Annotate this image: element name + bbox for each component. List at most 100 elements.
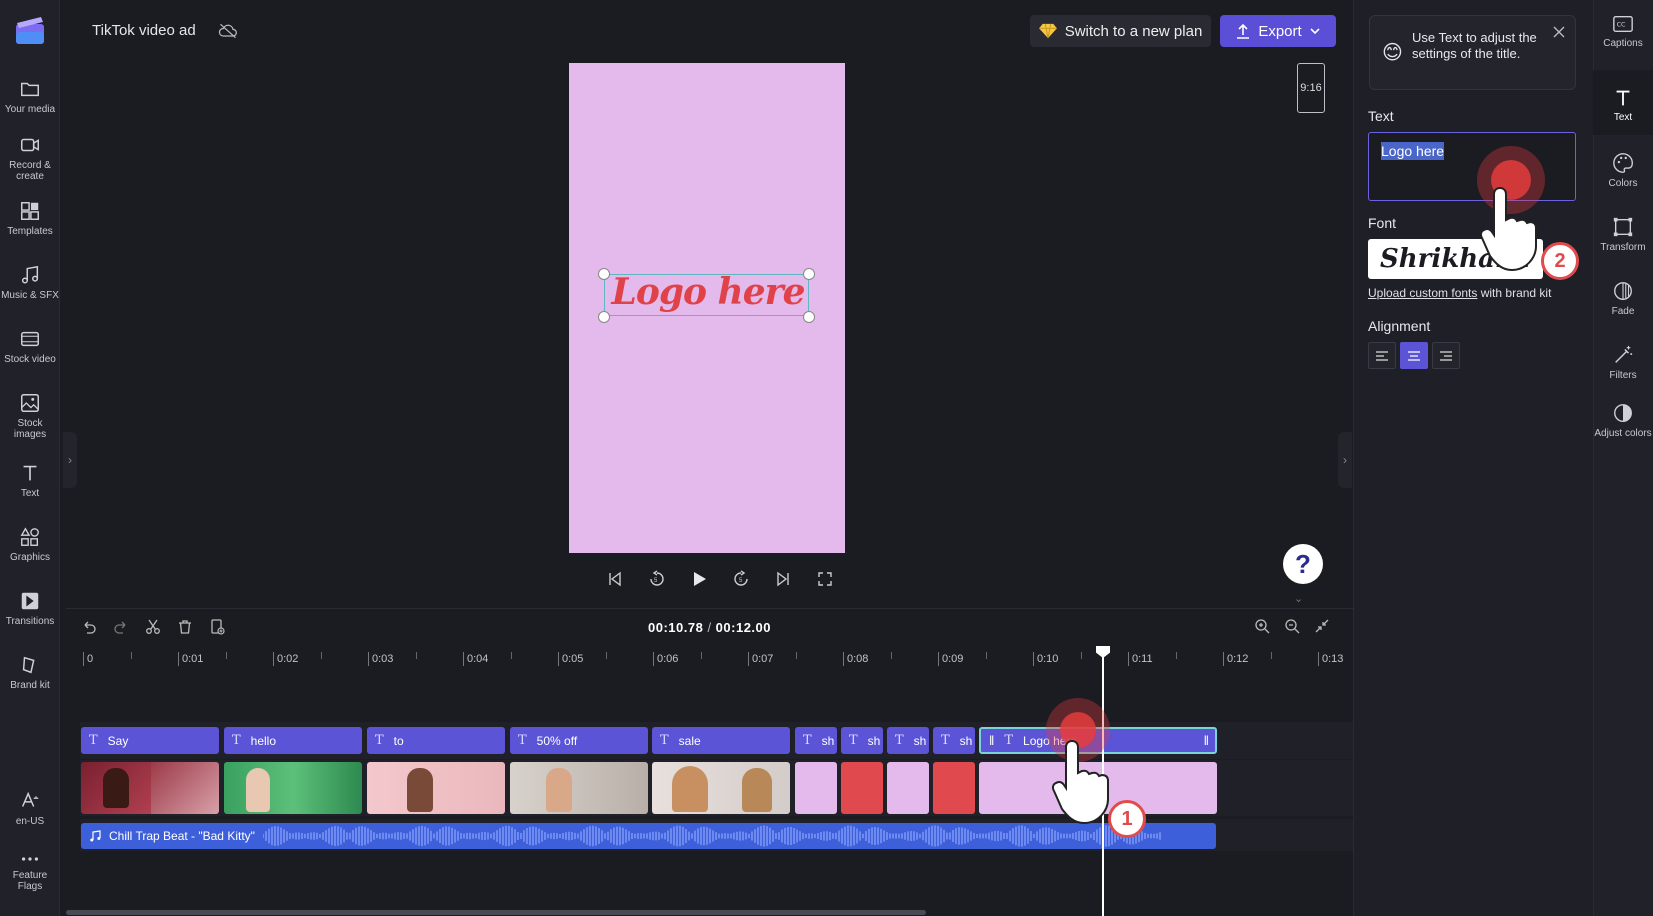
hand-pointer-icon <box>1479 186 1537 272</box>
clipchamp-logo[interactable] <box>14 14 46 46</box>
rewind-icon[interactable]: 5 <box>646 568 668 590</box>
nav-stock-images[interactable]: Stock images <box>0 392 60 440</box>
forward-icon[interactable]: 5 <box>730 568 752 590</box>
chevron-down-icon[interactable]: ⌄ <box>1294 592 1303 605</box>
redo-icon[interactable] <box>112 618 130 636</box>
ruler-tick-minor <box>1270 652 1272 659</box>
text-clip[interactable]: T 50% off <box>510 727 648 754</box>
resize-handle-br[interactable] <box>803 311 815 323</box>
fullscreen-icon[interactable] <box>814 568 836 590</box>
rail-filters[interactable]: Filters <box>1593 344 1653 381</box>
ruler-tick-minor <box>320 652 322 659</box>
zoom-tools <box>1254 618 1330 639</box>
ruler-label: 0:06 <box>657 653 679 665</box>
play-icon[interactable] <box>688 568 710 590</box>
ruler-tick-minor <box>225 652 227 659</box>
trim-handle-right[interactable]: ‖ <box>1204 733 1209 748</box>
ruler-tick <box>1128 652 1129 666</box>
color-clip[interactable] <box>795 762 837 814</box>
help-button[interactable]: ? <box>1283 544 1323 584</box>
timeline-scrollbar[interactable] <box>66 910 926 915</box>
resize-handle-tl[interactable] <box>598 268 610 280</box>
scissors-icon[interactable] <box>144 618 162 636</box>
text-clip[interactable]: Tsale <box>652 727 790 754</box>
project-title[interactable]: TikTok video ad <box>92 22 196 39</box>
rail-fade[interactable]: Fade <box>1593 280 1653 317</box>
music-note-icon <box>90 830 101 842</box>
ruler-label: 0:07 <box>752 653 774 665</box>
close-icon[interactable] <box>1553 26 1565 38</box>
ruler-label: 0:05 <box>562 653 584 665</box>
shapes-icon <box>20 527 39 546</box>
text-clip[interactable]: T Say <box>81 727 219 754</box>
rail-text[interactable]: Text <box>1593 88 1653 123</box>
rail-colors[interactable]: Colors <box>1593 152 1653 189</box>
smiley-icon: 😊 <box>1382 42 1403 64</box>
text-clip[interactable]: Tsh <box>841 727 883 754</box>
skip-start-icon[interactable] <box>604 568 626 590</box>
upgrade-plan-button[interactable]: Switch to a new plan <box>1030 15 1211 47</box>
text-clip[interactable]: Thello <box>224 727 362 754</box>
resize-handle-tr[interactable] <box>803 268 815 280</box>
cloud-off-icon[interactable] <box>218 22 238 40</box>
ruler-tick-minor <box>795 652 797 659</box>
video-clip[interactable] <box>510 762 648 814</box>
nav-record-create[interactable]: Record & create <box>0 134 60 182</box>
nav-stock-video[interactable]: Stock video <box>0 328 60 365</box>
nav-transitions[interactable]: Transitions <box>0 590 60 627</box>
zoom-out-icon[interactable] <box>1284 618 1300 639</box>
rail-adjust-colors[interactable]: Adjust colors <box>1593 402 1653 439</box>
video-clip[interactable] <box>224 762 362 814</box>
undo-icon[interactable] <box>80 618 98 636</box>
nav-your-media[interactable]: Your media <box>0 78 60 115</box>
nav-graphics[interactable]: Graphics <box>0 526 60 563</box>
nav-language[interactable]: en-US <box>0 790 60 827</box>
ruler-label: 0:10 <box>1037 653 1059 665</box>
text-clip[interactable]: Tsh <box>933 727 975 754</box>
time-ruler[interactable]: 0 0:01 0:02 0:03 0:04 0:05 0:06 0:07 0:08 0:09 0:1… <box>80 650 1367 670</box>
nav-text[interactable]: Text <box>0 462 60 499</box>
rail-captions[interactable]: CC Captions <box>1593 14 1653 49</box>
video-canvas[interactable]: Logo here <box>569 63 845 553</box>
text-clip[interactable]: Tto <box>367 727 505 754</box>
text-clip[interactable]: Tsh <box>887 727 929 754</box>
fit-timeline-icon[interactable] <box>1314 618 1330 639</box>
trim-handle-left[interactable]: ‖ <box>989 733 994 748</box>
collapse-right-panel-button[interactable]: › <box>1338 432 1352 488</box>
align-center-button[interactable] <box>1400 342 1428 369</box>
ruler-tick-minor <box>1080 652 1082 659</box>
color-clip[interactable] <box>841 762 883 814</box>
zoom-in-icon[interactable] <box>1254 618 1270 639</box>
color-clip[interactable] <box>933 762 975 814</box>
text-clip[interactable]: Tsh <box>795 727 837 754</box>
add-to-timeline-icon[interactable] <box>208 618 226 636</box>
aspect-ratio-button[interactable]: 9:16 <box>1297 63 1325 113</box>
ruler-tick-minor <box>1175 652 1177 659</box>
ruler-tick-minor <box>605 652 607 659</box>
nav-feature-flags[interactable]: Feature Flags <box>0 852 60 892</box>
video-clip[interactable] <box>652 762 790 814</box>
more-icon <box>21 857 39 861</box>
export-button[interactable]: Export <box>1220 15 1336 47</box>
nav-brand-kit[interactable]: Brand kit <box>0 654 60 691</box>
audio-clip[interactable]: Chill Trap Beat - "Bad Kitty" <box>81 823 1216 849</box>
selection-box[interactable] <box>604 274 809 316</box>
upload-fonts-text: Upload custom fonts with brand kit <box>1368 286 1552 300</box>
resize-handle-bl[interactable] <box>598 311 610 323</box>
nav-music-sfx[interactable]: Music & SFX <box>0 264 60 301</box>
align-right-button[interactable] <box>1432 342 1460 369</box>
align-left-icon <box>1376 350 1388 361</box>
rail-transform[interactable]: Transform <box>1593 216 1653 253</box>
upload-fonts-link[interactable]: Upload custom fonts <box>1368 286 1477 300</box>
skip-end-icon[interactable] <box>772 568 794 590</box>
nav-templates[interactable]: Templates <box>0 200 60 237</box>
color-clip[interactable] <box>887 762 929 814</box>
align-left-button[interactable] <box>1368 342 1396 369</box>
palette-icon <box>1613 153 1633 173</box>
video-clip[interactable] <box>367 762 505 814</box>
collapse-left-panel-button[interactable]: › <box>63 432 77 488</box>
trash-icon[interactable] <box>176 618 194 636</box>
text-icon <box>23 465 37 481</box>
video-clip[interactable] <box>81 762 219 814</box>
film-icon <box>21 331 39 347</box>
